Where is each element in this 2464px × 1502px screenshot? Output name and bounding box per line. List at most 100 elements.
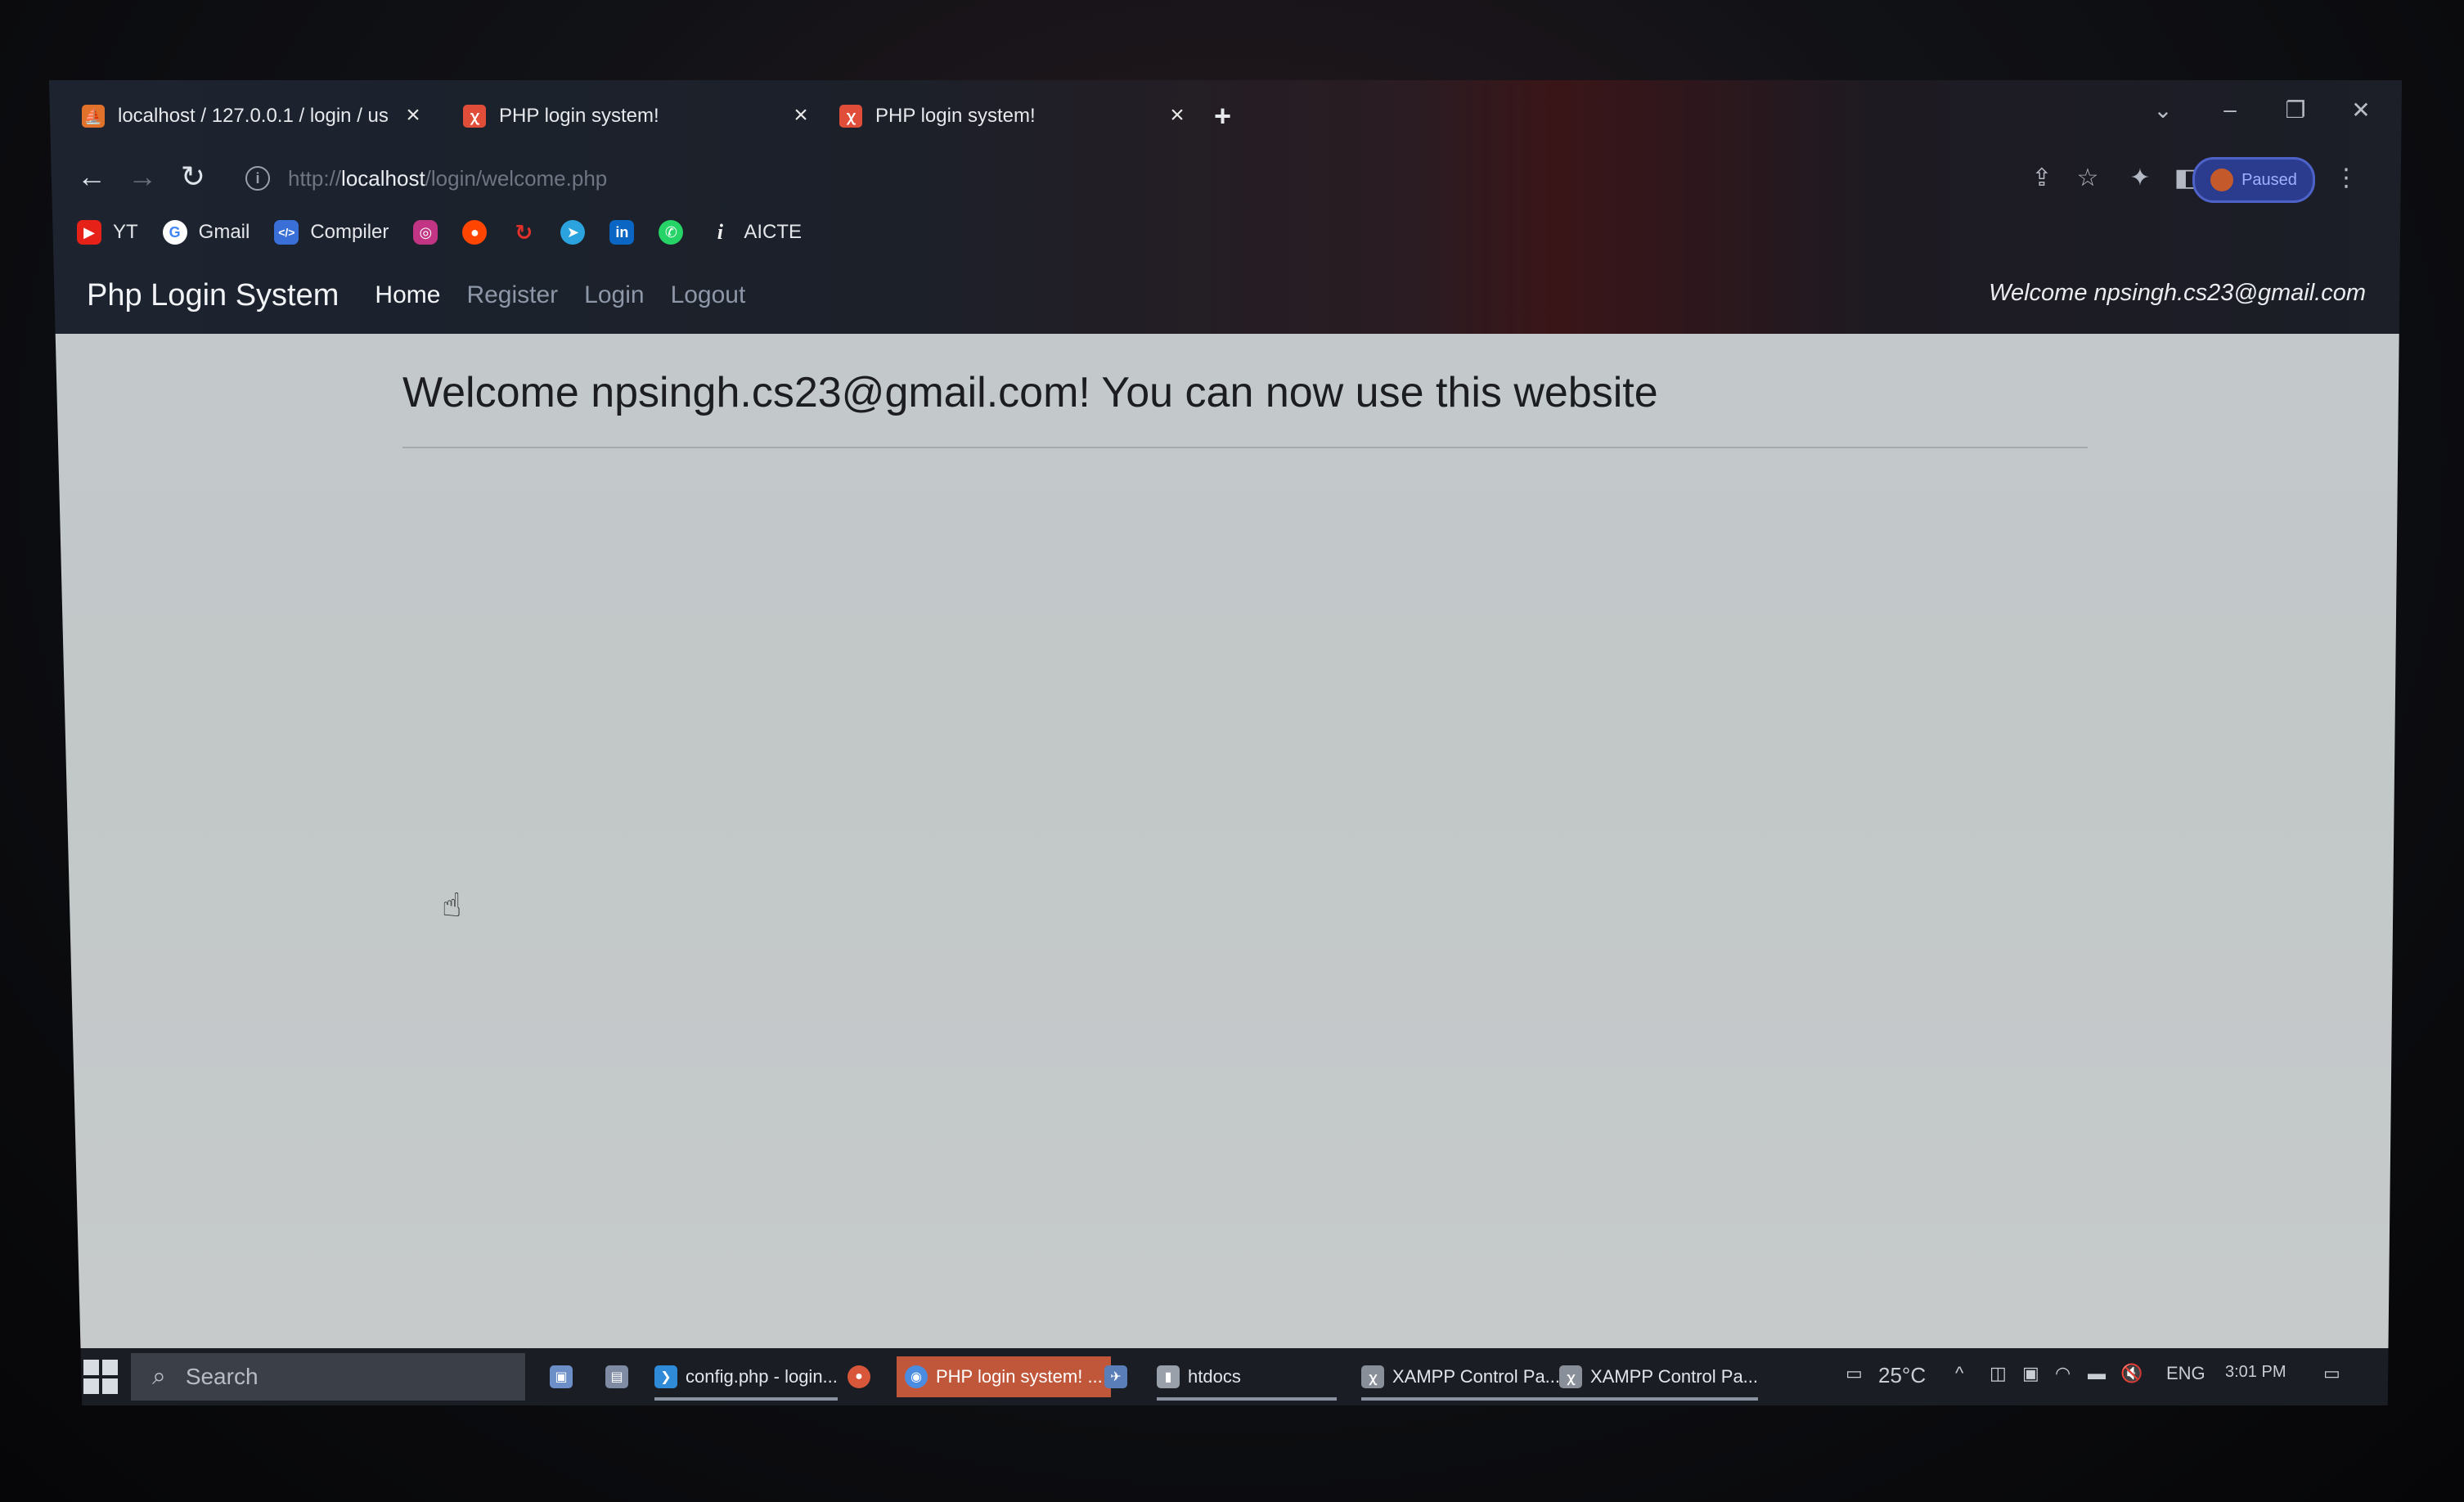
- tab-title: localhost / 127.0.0.1 / login / us: [118, 105, 389, 127]
- linkedin-icon: in: [609, 220, 635, 245]
- monitor-screen: ⛵ localhost / 127.0.0.1 / login / us × ꭓ…: [49, 80, 2402, 1405]
- forward-icon[interactable]: →: [124, 159, 160, 195]
- taskbar-xampp-1[interactable]: ꭓ XAMPP Control Pa...: [1361, 1356, 1561, 1401]
- task-view-icon[interactable]: ▣: [550, 1356, 581, 1397]
- camera-icon: ▣: [550, 1365, 573, 1388]
- taskbar: ⌕ Search ▣ ▤ ❯ config.php - login... ● ◉…: [49, 1348, 2402, 1405]
- nav-logout-link[interactable]: Logout: [671, 281, 746, 309]
- bookmark-gmail[interactable]: G Gmail: [162, 220, 250, 245]
- star-icon[interactable]: ☆: [2071, 162, 2104, 195]
- taskbar-item-label: PHP login system! ...: [936, 1366, 1103, 1387]
- chrome-icon: ◉: [905, 1365, 928, 1388]
- bird-icon: ✈: [1104, 1365, 1127, 1388]
- notes-app-icon[interactable]: ▤: [605, 1356, 636, 1397]
- notes-icon: ▤: [605, 1365, 628, 1388]
- nav-welcome-text: Welcome npsingh.cs23@gmail.com: [1989, 280, 2366, 306]
- menu-kebab-icon[interactable]: ⋮: [2330, 162, 2363, 195]
- chevron-up-icon[interactable]: ^: [1955, 1363, 1963, 1384]
- bookmark-label: Gmail: [198, 221, 250, 243]
- bookmark-reddit[interactable]: ●: [462, 220, 488, 245]
- language-indicator[interactable]: ENG: [2166, 1363, 2205, 1384]
- vscode-icon: ❯: [654, 1365, 677, 1388]
- bookmark-whatsapp[interactable]: ✆: [659, 220, 684, 245]
- bookmark-linkedin[interactable]: in: [609, 220, 635, 245]
- close-icon[interactable]: ×: [1163, 101, 1191, 129]
- close-window-icon[interactable]: ✕: [2345, 97, 2377, 124]
- tab-strip: ⛵ localhost / 127.0.0.1 / login / us × ꭓ…: [49, 80, 2402, 147]
- windows-start-icon[interactable]: [83, 1360, 119, 1396]
- reddit-icon: ●: [462, 220, 488, 245]
- taskbar-bird-app[interactable]: ✈: [1104, 1356, 1135, 1397]
- onedrive-icon[interactable]: ◫: [1990, 1363, 2007, 1384]
- xampp-icon: ꭓ: [839, 105, 862, 128]
- back-icon[interactable]: ←: [74, 159, 110, 195]
- weather-icon[interactable]: ▭: [1846, 1363, 1863, 1384]
- display-icon[interactable]: ▣: [2022, 1363, 2039, 1384]
- taskbar-htdocs[interactable]: ▮ htdocs: [1157, 1356, 1337, 1401]
- tab-title: PHP login system!: [499, 105, 659, 127]
- firefox-icon: ●: [848, 1365, 870, 1388]
- weather-temp[interactable]: 25°C: [1878, 1363, 1926, 1388]
- bookmark-telegram[interactable]: ➤: [560, 220, 586, 245]
- volume-muted-icon[interactable]: 🔇: [2120, 1363, 2143, 1384]
- taskbar-xampp-2[interactable]: ꭓ XAMPP Control Pa...: [1559, 1356, 1759, 1401]
- nav-home-link[interactable]: Home: [375, 281, 440, 309]
- xampp-icon: ꭓ: [1559, 1365, 1582, 1388]
- nav-login-link[interactable]: Login: [584, 281, 644, 309]
- address-row: ← → ↻ i http://localhost/login/welcome.p…: [49, 147, 2402, 208]
- close-icon[interactable]: ×: [399, 101, 427, 129]
- new-tab-button[interactable]: +: [1214, 90, 1247, 142]
- url-path: /login/welcome.php: [425, 165, 608, 191]
- tab-phpmyadmin[interactable]: ⛵ localhost / 127.0.0.1 / login / us ×: [82, 90, 420, 142]
- bookmark-compiler[interactable]: </> Compiler: [274, 220, 389, 245]
- taskbar-chrome[interactable]: ◉ PHP login system! ...: [897, 1356, 1111, 1397]
- tab-php-login-2[interactable]: ꭓ PHP login system! ×: [839, 90, 1185, 142]
- nav-register-link[interactable]: Register: [466, 281, 558, 309]
- plus-icon: +: [1214, 99, 1232, 133]
- bookmark-yt[interactable]: ▶ YT: [77, 220, 138, 245]
- telegram-icon: ➤: [560, 220, 586, 245]
- avatar: [2210, 169, 2234, 191]
- profile-paused-button[interactable]: Paused: [2192, 157, 2315, 203]
- site-navbar: Php Login System Home Register Login Log…: [49, 257, 2402, 334]
- divider: [402, 447, 2088, 448]
- restore-icon[interactable]: ❐: [2279, 97, 2312, 124]
- page-body: Welcome npsingh.cs23@gmail.com! You can …: [49, 334, 2402, 1348]
- bookmark-red-circle[interactable]: ↻: [511, 220, 536, 245]
- reload-icon[interactable]: ↻: [175, 159, 211, 195]
- phpmyadmin-icon: ⛵: [82, 105, 105, 128]
- close-icon[interactable]: ×: [787, 101, 815, 129]
- site-brand[interactable]: Php Login System: [87, 278, 339, 313]
- bookmarks-bar: ▶ YT G Gmail </> Compiler ◎ ● ↻ ➤ in ✆ i…: [49, 208, 2402, 257]
- address-bar[interactable]: i http://localhost/login/welcome.php: [245, 162, 607, 195]
- search-placeholder: Search: [185, 1364, 259, 1389]
- extensions-icon[interactable]: ✦: [2124, 162, 2156, 195]
- wifi-icon[interactable]: ◠: [2055, 1363, 2071, 1384]
- share-icon[interactable]: ⇪: [2026, 162, 2058, 195]
- url-host: localhost: [341, 165, 425, 191]
- minimize-icon[interactable]: –: [2214, 97, 2246, 123]
- bookmark-label: Compiler: [310, 221, 389, 243]
- taskbar-item-label: XAMPP Control Pa...: [1392, 1366, 1561, 1387]
- url-scheme: http://: [288, 165, 342, 191]
- tab-php-login-1[interactable]: ꭓ PHP login system! ×: [463, 90, 808, 142]
- notification-icon[interactable]: ▭: [2323, 1363, 2340, 1384]
- bookmark-instagram[interactable]: ◎: [413, 220, 438, 245]
- taskbar-search[interactable]: ⌕ Search: [131, 1353, 525, 1401]
- xampp-icon: ꭓ: [463, 105, 486, 128]
- taskbar-vscode[interactable]: ❯ config.php - login...: [654, 1356, 838, 1401]
- taskbar-item-label: XAMPP Control Pa...: [1590, 1366, 1759, 1387]
- profile-status: Paused: [2241, 170, 2297, 189]
- welcome-heading: Welcome npsingh.cs23@gmail.com! You can …: [402, 369, 1658, 416]
- search-icon: ⌕: [152, 1363, 166, 1390]
- xampp-icon: ꭓ: [1361, 1365, 1384, 1388]
- clock-time[interactable]: 3:01 PM: [2225, 1363, 2286, 1382]
- tab-search-chevron-icon[interactable]: ⌄: [2147, 97, 2179, 124]
- info-icon[interactable]: i: [245, 166, 270, 191]
- taskbar-firefox[interactable]: ●: [848, 1356, 879, 1397]
- bookmark-aicte[interactable]: i AICTE: [708, 220, 802, 245]
- code-icon: </>: [274, 220, 299, 245]
- refresh-red-icon: ↻: [515, 219, 533, 245]
- battery-icon[interactable]: ▬: [2088, 1363, 2106, 1384]
- taskbar-item-label: config.php - login...: [686, 1366, 838, 1387]
